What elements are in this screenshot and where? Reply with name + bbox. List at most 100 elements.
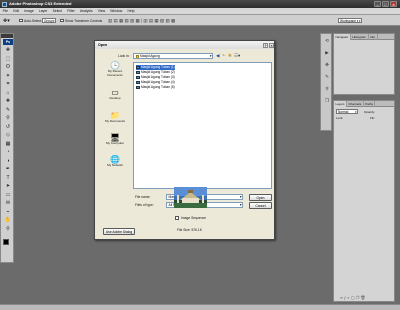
file-name: Masjid Agung Tuban (3) <box>141 75 175 79</box>
place-my-documents[interactable]: 📁 My Documents <box>100 111 130 124</box>
tab-info[interactable]: Info <box>369 34 378 40</box>
zoom-icon[interactable]: ⚲ <box>4 226 13 233</box>
menu-edit[interactable]: Edit <box>11 8 22 15</box>
move-icon[interactable]: ✥ <box>4 47 13 54</box>
path-select-icon[interactable]: ➤ <box>4 183 13 190</box>
menu-window[interactable]: Window <box>108 8 125 15</box>
maximize-button[interactable]: □ <box>382 1 389 7</box>
image-file-icon <box>136 65 140 69</box>
file-list-item[interactable]: Masjid Agung Tuban (2) <box>136 70 175 75</box>
crop-icon[interactable]: ⌗ <box>4 81 13 88</box>
stamp-icon[interactable]: ⚲ <box>4 115 13 122</box>
place-my-network[interactable]: 🌐 My Network <box>100 155 130 168</box>
auto-select-checkbox[interactable] <box>19 18 23 22</box>
brush-icon[interactable]: ✎ <box>4 107 13 114</box>
image-sequence-checkbox[interactable] <box>175 216 179 220</box>
panel-dock-upper: ⟲ ▶ ✥ ✎ ⚲ ❐ <box>320 33 332 131</box>
minimize-button[interactable]: – <box>374 1 381 7</box>
file-list[interactable]: Masjid Agung Tuban (1) Masjid Agung Tuban… <box>133 62 272 189</box>
workspace-menu[interactable]: Workspace ▾ <box>338 18 362 24</box>
wand-icon[interactable]: ✶ <box>4 73 13 80</box>
type-icon[interactable]: T <box>4 175 13 182</box>
menu-bar: File Edit Image Layer Select Filter Analysis Vi… <box>0 8 400 15</box>
app-title: Adobe Photoshop CS3 Extended <box>9 1 72 6</box>
pen-icon[interactable]: ✒ <box>4 166 13 173</box>
new-folder-icon[interactable]: ✱ <box>228 53 232 59</box>
menu-layer[interactable]: Layer <box>36 8 50 15</box>
layer-comps-icon[interactable]: ❐ <box>323 98 331 104</box>
menu-analysis[interactable]: Analysis <box>77 8 95 15</box>
dialog-title-bar: Open ? × <box>95 41 274 49</box>
close-button[interactable]: × <box>390 1 397 7</box>
tab-paths[interactable]: Paths <box>364 101 376 107</box>
tool-presets-icon[interactable]: ✥ <box>323 62 331 68</box>
menu-view[interactable]: View <box>95 8 107 15</box>
tab-channels[interactable]: Channels <box>347 101 364 107</box>
lock-label: Lock: <box>336 116 344 120</box>
file-name: Masjid Agung Tuban (4) <box>141 80 175 84</box>
up-folder-icon[interactable]: ⬑ <box>222 53 226 59</box>
slice-icon[interactable]: ⌂ <box>4 90 13 97</box>
blur-icon[interactable]: ◔ <box>4 149 13 156</box>
dialog-help-button[interactable]: ? <box>263 42 268 48</box>
menu-image[interactable]: Image <box>22 8 37 15</box>
image-file-icon <box>136 75 140 79</box>
eyedropper-icon[interactable]: ⌁ <box>4 209 13 216</box>
file-list-item[interactable]: Masjid Agung Tuban (3) <box>136 75 175 80</box>
look-in-dropdown[interactable]: Masjid Agung <box>133 53 213 59</box>
lasso-icon[interactable]: ʘ <box>4 64 13 71</box>
align-buttons[interactable]: ▥ ▤ ▦ ▧ ▨ ▩ | ▥ ▤ ▦ ▧ ▨ ▩ <box>108 18 175 24</box>
gradient-icon[interactable]: ▦ <box>4 141 13 148</box>
actions-icon[interactable]: ▶ <box>323 50 331 56</box>
use-adobe-dialog-button[interactable]: Use Adobe Dialog <box>103 228 135 235</box>
auto-select-label: Auto-Select: <box>24 18 42 23</box>
menu-filter[interactable]: Filter <box>65 8 78 15</box>
heal-icon[interactable]: ✚ <box>4 98 13 105</box>
tab-navigator[interactable]: Navigator <box>334 34 351 40</box>
file-list-item[interactable]: Masjid Agung Tuban (1) <box>136 65 175 70</box>
history-brush-icon[interactable]: ↺ <box>4 124 13 131</box>
place-label: My Computer <box>105 141 124 145</box>
file-list-item[interactable]: Masjid Agung Tuban (5) <box>136 85 175 90</box>
fill-label: Fill: <box>370 116 375 120</box>
open-button[interactable]: Open <box>249 194 272 201</box>
file-name: Masjid Agung Tuban (5) <box>141 85 175 89</box>
eraser-icon[interactable]: ◇ <box>4 132 13 139</box>
tools-panel-header[interactable] <box>1 34 13 38</box>
brushes-icon[interactable]: ✎ <box>323 74 331 80</box>
image-sequence-label: Image Sequence <box>181 216 206 220</box>
place-desktop[interactable]: ▭ Desktop <box>100 88 130 101</box>
image-file-icon <box>136 80 140 84</box>
shape-icon[interactable]: ▭ <box>4 192 13 199</box>
tab-layers[interactable]: Layers <box>334 101 348 107</box>
marquee-icon[interactable]: ⬚ <box>4 56 13 63</box>
dodge-icon[interactable]: ◑ <box>4 158 13 165</box>
navigator-panel: Navigator Histogram Info <box>333 33 395 95</box>
preview-thumbnail <box>174 187 207 208</box>
file-list-item[interactable]: Masjid Agung Tuban (4) <box>136 80 175 85</box>
place-recent-documents[interactable]: 🕒 My Recent Documents <box>100 61 130 77</box>
view-menu-icon[interactable]: ☷▾ <box>234 53 240 59</box>
menu-file[interactable]: File <box>0 8 11 15</box>
opacity-label: Opacity: <box>364 109 376 114</box>
files-of-type-label: Files of type: <box>135 203 154 207</box>
move-tool-preset-icon[interactable]: ✥▾ <box>3 18 10 24</box>
hand-icon[interactable]: ✋ <box>4 217 13 224</box>
back-icon[interactable]: ◀ <box>216 53 219 59</box>
foreground-color-swatch[interactable] <box>3 239 9 245</box>
cancel-button[interactable]: Cancel <box>249 202 272 209</box>
blend-mode-dropdown[interactable]: Normal <box>336 109 358 115</box>
auto-select-dropdown[interactable]: Group <box>42 18 56 24</box>
clone-source-icon[interactable]: ⚲ <box>323 86 331 92</box>
dialog-close-button[interactable]: × <box>269 42 274 48</box>
menu-select[interactable]: Select <box>50 8 65 15</box>
place-label: My Documents <box>104 119 125 123</box>
layer-actions-icons[interactable]: ∞ ƒ ◐ ▢ ❐ 🗑 <box>340 295 366 300</box>
place-my-computer[interactable]: 🖥 My Computer <box>100 133 130 146</box>
place-label: Desktop <box>109 96 121 100</box>
tab-histogram[interactable]: Histogram <box>351 34 369 40</box>
show-transform-checkbox[interactable] <box>60 18 64 22</box>
menu-help[interactable]: Help <box>125 8 137 15</box>
notes-icon[interactable]: ✉ <box>4 200 13 207</box>
history-icon[interactable]: ⟲ <box>323 38 331 44</box>
